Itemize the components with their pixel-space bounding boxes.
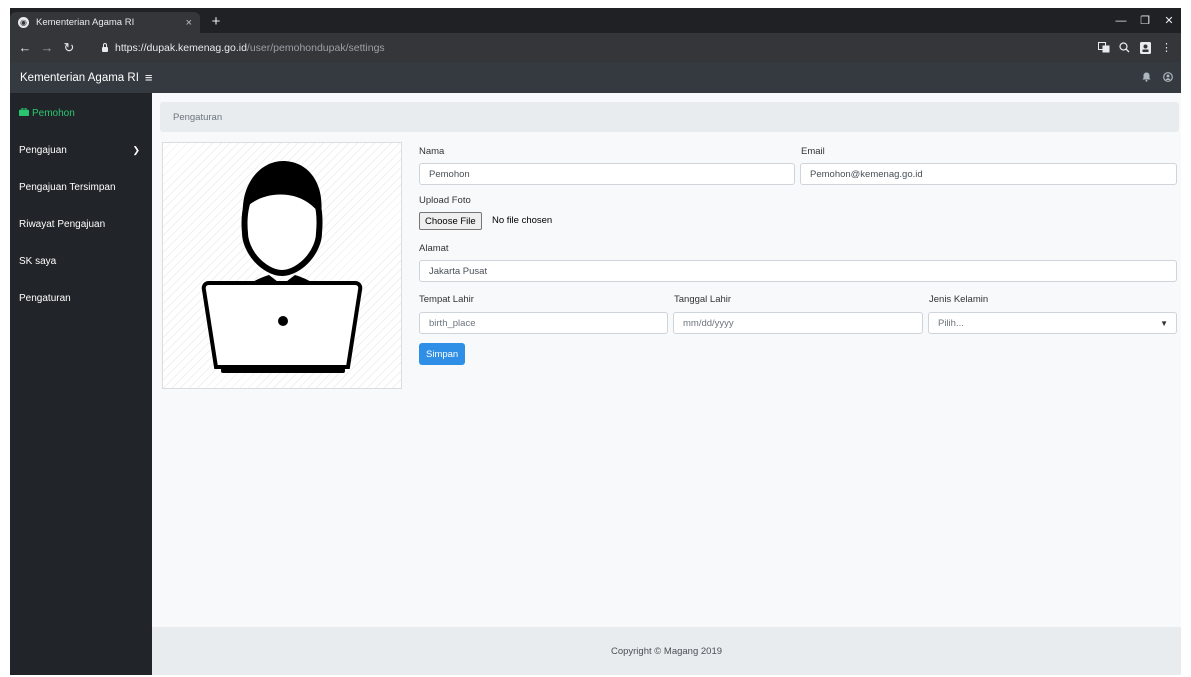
browser-titlebar: ◉ Kementerian Agama RI × + — ❐ ✕ bbox=[10, 8, 1181, 33]
caret-down-icon: ▼ bbox=[1160, 319, 1168, 328]
maximize-icon[interactable]: ❐ bbox=[1133, 8, 1157, 33]
email-input[interactable]: Pemohon@kemenag.go.id bbox=[800, 163, 1177, 185]
back-arrow-icon[interactable]: ← bbox=[14, 37, 36, 59]
new-tab-button[interactable]: + bbox=[206, 12, 226, 30]
tanggal-lahir-input[interactable]: mm/dd/yyyy bbox=[673, 312, 923, 334]
browser-toolbar: ← → ↻ https://dupak.kemenag.go.id/user/p… bbox=[10, 33, 1181, 62]
sidebar-item-pemohon[interactable]: Pemohon bbox=[10, 102, 152, 124]
briefcase-icon bbox=[19, 107, 29, 118]
user-icon[interactable] bbox=[1163, 71, 1173, 84]
topbar-icons bbox=[1130, 62, 1173, 93]
more-options-icon[interactable]: ⋮ bbox=[1156, 37, 1177, 58]
url-path: /user/pemohondupak/settings bbox=[246, 41, 385, 54]
email-label: Email bbox=[801, 146, 825, 157]
menu-toggle-icon[interactable]: ≡ bbox=[145, 70, 153, 85]
sidebar-item-label: Pemohon bbox=[32, 107, 75, 119]
nama-input[interactable]: Pemohon bbox=[419, 163, 795, 185]
toolbar-actions: ⋮ bbox=[1093, 37, 1177, 58]
save-button[interactable]: Simpan bbox=[419, 343, 466, 365]
forward-arrow-icon[interactable]: → bbox=[36, 37, 58, 59]
tempat-lahir-input[interactable]: birth_place bbox=[419, 312, 668, 334]
app-topbar: Kementerian Agama RI ≡ bbox=[10, 62, 1181, 93]
alamat-label: Alamat bbox=[419, 243, 449, 254]
footer-copyright: Copyright © Magang 2019 bbox=[610, 645, 723, 657]
browser-window: ◉ Kementerian Agama RI × + — ❐ ✕ ← → ↻ h… bbox=[10, 8, 1181, 675]
sidebar-item-label: Pengaturan bbox=[19, 293, 71, 304]
minimize-icon[interactable]: — bbox=[1109, 8, 1133, 33]
alamat-input[interactable]: Jakarta Pusat bbox=[419, 260, 1177, 282]
sidebar-item-sk-saya[interactable]: SK saya bbox=[10, 243, 152, 280]
jenis-kelamin-label: Jenis Kelamin bbox=[929, 294, 989, 305]
sidebar-item-pengajuan[interactable]: Pengajuan ❯ bbox=[10, 132, 152, 169]
breadcrumb-current: Pengaturan bbox=[173, 111, 223, 123]
profile-photo bbox=[162, 142, 402, 389]
app-brand[interactable]: Kementerian Agama RI bbox=[10, 72, 139, 84]
sidebar-item-pengajuan-tersimpan[interactable]: Pengajuan Tersimpan bbox=[10, 169, 152, 206]
address-bar[interactable]: https://dupak.kemenag.go.id/user/pemohon… bbox=[102, 38, 1111, 57]
globe-icon: ◉ bbox=[18, 17, 29, 28]
main-content: Pengaturan Nama Pemohon Email Pemohon@ke… bbox=[152, 93, 1181, 675]
breadcrumb: Pengaturan bbox=[160, 102, 1179, 132]
app-body: Pemohon Pengajuan ❯ Pengajuan Tersimpan … bbox=[10, 93, 1181, 675]
choose-file-button[interactable]: Choose File bbox=[419, 212, 482, 230]
tempat-lahir-label: Tempat Lahir bbox=[419, 294, 474, 305]
lock-icon bbox=[102, 42, 108, 52]
url-host: dupak.kemenag.go.id bbox=[146, 41, 247, 54]
tanggal-lahir-label: Tanggal Lahir bbox=[674, 294, 732, 305]
url-scheme: https:// bbox=[115, 41, 147, 54]
upload-foto-label: Upload Foto bbox=[419, 195, 471, 206]
reload-icon[interactable]: ↻ bbox=[58, 37, 80, 59]
tab-title: Kementerian Agama RI bbox=[36, 17, 135, 28]
bell-icon[interactable] bbox=[1142, 72, 1151, 84]
chevron-right-icon: ❯ bbox=[132, 145, 140, 155]
close-window-icon[interactable]: ✕ bbox=[1157, 8, 1181, 33]
profile-icon[interactable] bbox=[1135, 37, 1156, 58]
jenis-kelamin-selected: Pilih... bbox=[938, 317, 964, 329]
sidebar-item-label: Riwayat Pengajuan bbox=[19, 219, 106, 230]
sidebar-item-riwayat-pengajuan[interactable]: Riwayat Pengajuan bbox=[10, 206, 152, 243]
jenis-kelamin-select[interactable]: Pilih... ▼ bbox=[928, 312, 1177, 334]
window-controls: — ❐ ✕ bbox=[1109, 8, 1181, 33]
sidebar-item-label: SK saya bbox=[19, 256, 57, 267]
sidebar-item-pengaturan[interactable]: Pengaturan bbox=[10, 280, 152, 317]
nama-label: Nama bbox=[419, 146, 445, 157]
tab-close-icon[interactable]: × bbox=[186, 17, 192, 29]
file-status-text: No file chosen bbox=[492, 215, 553, 226]
user-laptop-illustration bbox=[201, 161, 363, 373]
browser-tab[interactable]: ◉ Kementerian Agama RI × bbox=[10, 12, 200, 33]
sidebar-item-label: Pengajuan bbox=[19, 145, 67, 156]
page-footer: Copyright © Magang 2019 bbox=[152, 627, 1181, 675]
zoom-icon[interactable] bbox=[1114, 37, 1135, 58]
translate-icon[interactable] bbox=[1093, 37, 1114, 58]
sidebar: Pemohon Pengajuan ❯ Pengajuan Tersimpan … bbox=[10, 93, 152, 675]
sidebar-item-label: Pengajuan Tersimpan bbox=[19, 182, 116, 193]
